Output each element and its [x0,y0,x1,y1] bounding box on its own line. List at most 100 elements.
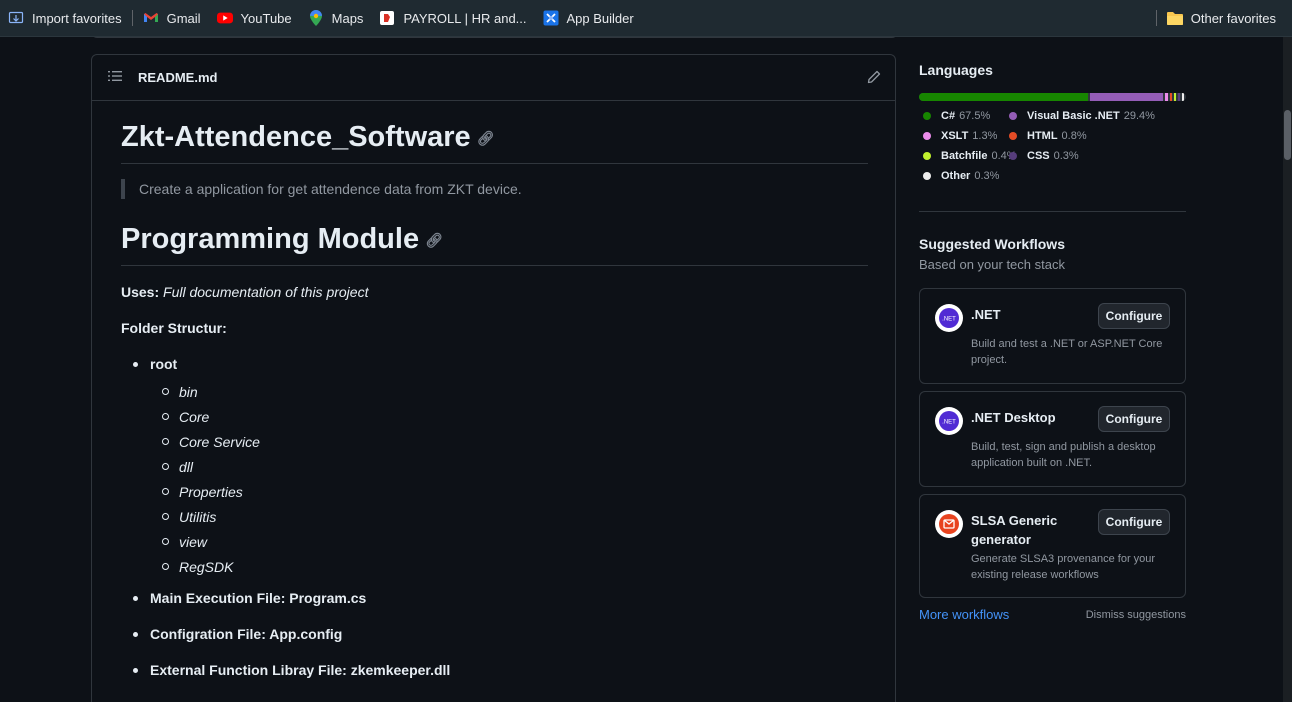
edit-pencil-icon[interactable] [867,70,881,87]
bookmark-import-favorites[interactable]: Import favorites [0,0,130,36]
language-percent: 0.3% [974,170,1000,182]
folder-structure-label: Folder Structur: [121,320,227,336]
bookmark-payroll[interactable]: PAYROLL | HR and... [371,0,534,36]
bookmark-separator [1155,10,1157,26]
slsa-logo-icon [935,510,963,538]
workflow-card-slsa: SLSA Generic generator Configure Generat… [919,494,1186,598]
language-percent: 0.8% [1061,130,1087,142]
configure-button[interactable]: Configure [1098,303,1170,329]
repo-page: README.md Zkt-Attendence_Software 🔗︎ Crea… [0,37,1283,702]
suggested-workflows-subtitle: Based on your tech stack [919,257,1065,272]
bookmark-label: Import favorites [32,10,122,26]
language-bar-segment [1182,93,1184,101]
language-bar-segment [1090,93,1164,101]
language-bar-segment [1178,93,1180,101]
language-percent: 67.5% [959,110,991,122]
page-scrollbar[interactable] [1283,37,1292,702]
bookmark-label: PAYROLL | HR and... [403,10,527,26]
bookmark-label: Other favorites [1190,10,1276,26]
readme-title-text: Zkt-Attendence_Software [121,121,471,153]
bookmarks-bar: Import favorites Gmail YouTube Maps PAYR… [0,0,1292,37]
language-name: Batchfile [941,150,988,162]
language-name: XSLT [941,130,969,142]
language-item[interactable]: C# 67.5% [919,110,990,122]
dotnet-logo-icon: .NET [935,407,963,435]
uses-line: Uses: Full documentation of this project [121,282,868,302]
language-item[interactable]: Visual Basic .NET 29.4% [1005,110,1155,122]
language-bar-segment [1170,93,1173,101]
bookmark-separator [131,10,133,26]
language-color-dot [1009,112,1017,120]
configure-button[interactable]: Configure [1098,509,1170,535]
language-item[interactable]: XSLT 1.3% [919,130,997,142]
language-item[interactable]: CSS 0.3% [1005,150,1079,162]
workflow-description: Generate SLSA3 provenance for your exist… [971,553,1156,581]
language-color-dot [923,172,931,180]
readme-title: Zkt-Attendence_Software 🔗︎ [121,119,868,164]
bookmark-gmail[interactable]: Gmail [135,0,209,36]
workflow-name: SLSA Generic generator [971,513,1058,547]
readme-blockquote: Create a application for get attendence … [121,179,868,199]
language-bar-segment [1165,93,1169,101]
workflow-card-dotnet: .NET .NET Configure Build and test a .NE… [919,288,1186,384]
list-item: Core Service [150,432,868,457]
programming-module-heading: Programming Module 🔗︎ [121,221,868,266]
language-percent: 1.3% [972,130,998,142]
language-color-dot [923,152,931,160]
language-name: Visual Basic .NET [1027,110,1120,122]
list-item: External Function Libray File: zkemkeepe… [121,660,868,680]
sidebar-divider [919,211,1186,212]
dismiss-suggestions-link[interactable]: Dismiss suggestions [1086,609,1186,621]
language-color-dot [1009,132,1017,140]
list-item: RegSDK [150,557,868,582]
readme-markdown: Zkt-Attendence_Software 🔗︎ Create a appli… [121,101,868,680]
outline-list-icon[interactable] [108,70,122,85]
workflow-card-dotnet-desktop: .NET .NET Desktop Configure Build, test,… [919,391,1186,487]
list-item: root bin Core Core Service dll Propertie… [121,354,868,582]
svg-text:.NET: .NET [942,420,956,426]
language-color-dot [923,112,931,120]
heading-text: Programming Module [121,223,420,255]
scrollbar-thumb[interactable] [1284,110,1291,160]
language-bar-segment [1174,93,1177,101]
bookmark-label: YouTube [240,10,292,26]
list-item: Core [150,407,868,432]
languages-title: Languages [919,62,993,78]
list-item: Configration File: App.config [121,624,868,644]
configure-button[interactable]: Configure [1098,406,1170,432]
workflow-description: Build, test, sign and publish a desktop … [971,441,1156,469]
more-workflows-link[interactable]: More workflows [919,607,1009,622]
suggested-workflows-title: Suggested Workflows [919,236,1065,252]
bookmark-app-builder[interactable]: App Builder [535,0,642,36]
language-name: CSS [1027,150,1050,162]
youtube-icon [216,10,233,26]
bookmark-youtube[interactable]: YouTube [209,0,300,36]
workflow-name: .NET [971,307,1001,322]
language-color-dot [923,132,931,140]
language-name: HTML [1027,130,1058,142]
readme-filename: README.md [138,70,218,85]
payroll-icon [379,10,395,26]
readme-panel: README.md Zkt-Attendence_Software 🔗︎ Crea… [91,54,896,702]
bookmark-other-favorites[interactable]: Other favorites [1159,0,1284,36]
folder-list: root bin Core Core Service dll Propertie… [121,354,868,680]
link-anchor-icon[interactable]: 🔗︎ [425,232,443,248]
import-icon [8,10,24,26]
link-anchor-icon[interactable]: 🔗︎ [477,130,495,146]
app-builder-icon [543,10,559,26]
workflow-name: .NET Desktop [971,410,1056,425]
language-item[interactable]: Batchfile 0.4% [919,150,1017,162]
uses-label: Uses: [121,284,160,300]
language-percent: 0.3% [1053,150,1079,162]
list-item: bin [150,382,868,407]
list-item: Main Execution File: Program.cs [121,588,868,608]
gmail-icon [143,10,159,26]
language-item[interactable]: Other 0.3% [919,170,999,182]
bookmark-label: Maps [331,10,364,26]
language-item[interactable]: HTML 0.8% [1005,130,1087,142]
bookmark-maps[interactable]: Maps [300,0,372,36]
language-percent: 29.4% [1123,110,1155,122]
uses-value: Full documentation of this project [163,284,369,300]
folder-structure-line: Folder Structur: [121,318,868,338]
previous-box-edge [91,37,898,38]
